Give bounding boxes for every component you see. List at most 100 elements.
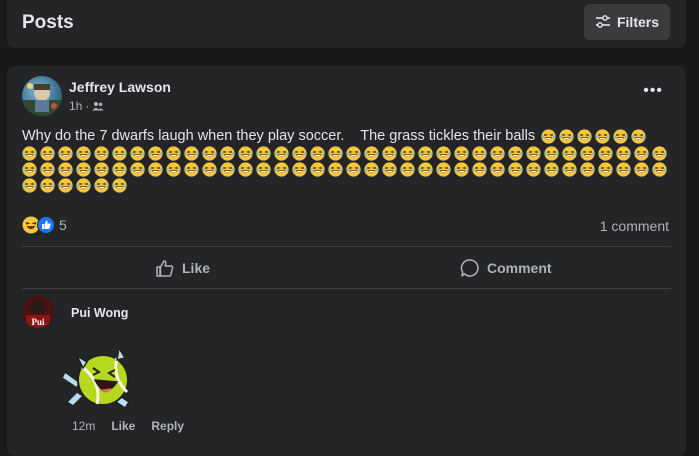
post-author[interactable]: Jeffrey Lawson (69, 79, 171, 95)
like-label: Like (182, 260, 211, 276)
friends-icon (92, 102, 104, 111)
comment-like-button[interactable]: Like (111, 419, 135, 433)
laughing-emoji-icon (202, 146, 217, 161)
laughing-emoji-icon (274, 146, 289, 161)
laughing-emoji-icon (58, 146, 73, 161)
comment-button[interactable]: Comment (460, 251, 552, 285)
comment-reply-button[interactable]: Reply (151, 419, 184, 433)
laughing-emoji-icon (472, 162, 487, 177)
comment-time[interactable]: 12m (72, 419, 95, 433)
laughing-emoji-icon (76, 162, 91, 177)
laughing-emoji-icon (58, 178, 73, 193)
laughing-emoji-icon (346, 146, 361, 161)
laughing-emoji-icon (418, 162, 433, 177)
laughing-emoji-icon (328, 146, 343, 161)
laughing-emoji-icon (112, 146, 127, 161)
laughing-emoji-icon (58, 162, 73, 177)
laughing-emoji-icon (328, 162, 343, 177)
laughing-emoji-icon (94, 162, 109, 177)
laughing-emoji-icon (598, 146, 613, 161)
laughing-emoji-icon (382, 162, 397, 177)
post-card: Jeffrey Lawson 1h · ••• Why do the 7 dwa… (7, 66, 686, 456)
laughing-emoji-icon (274, 162, 289, 177)
laughing-emoji-icon (166, 162, 181, 177)
laughing-emoji-icon (220, 162, 235, 177)
laughing-emoji-icon (22, 178, 37, 193)
posts-header: Posts Filters (7, 0, 686, 48)
emoji-block (22, 146, 667, 193)
laughing-emoji-icon (652, 162, 667, 177)
laughing-emoji-icon (238, 162, 253, 177)
tennis-ball-sticker-icon (57, 342, 139, 412)
laughing-emoji-icon (508, 162, 523, 177)
filter-sliders-icon (595, 15, 610, 28)
emoji-row (22, 178, 662, 193)
author-avatar[interactable] (22, 76, 62, 116)
laughing-emoji-icon (40, 178, 55, 193)
emoji-row (22, 162, 667, 177)
laughing-emoji-icon (652, 146, 667, 161)
laughing-emoji-icon (148, 146, 163, 161)
like-button[interactable]: Like (155, 251, 210, 285)
laughing-emoji-icon (94, 178, 109, 193)
laughing-emoji-icon (526, 162, 541, 177)
divider (22, 288, 671, 289)
laughing-emoji-icon (364, 146, 379, 161)
laughing-emoji-icon (148, 162, 163, 177)
laughing-emoji-icon (562, 162, 577, 177)
laughing-emoji-icon (112, 162, 127, 177)
post-text: Why do the 7 dwarfs laugh when they play… (22, 128, 536, 144)
like-reaction-icon (37, 216, 55, 234)
post-time[interactable]: 1h (69, 99, 82, 113)
post-meta: 1h · (69, 99, 104, 113)
laughing-emoji-icon (94, 146, 109, 161)
laughing-emoji-icon (613, 128, 628, 144)
laughing-emoji-icon (184, 162, 199, 177)
reactions-summary[interactable]: 5 (22, 216, 67, 234)
divider (22, 246, 671, 247)
laughing-emoji-icon (436, 146, 451, 161)
filters-button[interactable]: Filters (584, 4, 670, 40)
laughing-emoji-icon (76, 146, 91, 161)
more-options-button[interactable]: ••• (643, 83, 663, 99)
laughing-emoji-icon (490, 162, 505, 177)
laughing-emoji-icon (310, 146, 325, 161)
laughing-emoji-icon (559, 128, 574, 144)
laughing-emoji-icon (400, 146, 415, 161)
laughing-emoji-icon (310, 162, 325, 177)
laughing-emoji-icon (220, 146, 235, 161)
laughing-emoji-icon (490, 146, 505, 161)
commenter-avatar-illustration: Pui (22, 296, 54, 328)
laughing-emoji-icon (76, 178, 91, 193)
laughing-emoji-icon (541, 128, 556, 144)
commenter-avatar[interactable]: Pui (22, 296, 54, 328)
laughing-emoji-icon (256, 146, 271, 161)
emoji-group (541, 128, 646, 144)
laughing-emoji-icon (616, 162, 631, 177)
laughing-emoji-icon (631, 128, 646, 144)
comment-actions: 12m Like Reply (72, 419, 184, 433)
comment-author[interactable]: Pui Wong (71, 306, 128, 320)
laughing-emoji-icon (544, 162, 559, 177)
laughing-emoji-icon (616, 146, 631, 161)
laughing-emoji-icon (346, 162, 361, 177)
laughing-emoji-icon (400, 162, 415, 177)
laughing-emoji-icon (22, 162, 37, 177)
laughing-emoji-icon (166, 146, 181, 161)
post-body: Why do the 7 dwarfs laugh when they play… (22, 126, 667, 194)
laughing-emoji-icon (454, 146, 469, 161)
reaction-count: 5 (59, 217, 67, 233)
laughing-emoji-icon (256, 162, 271, 177)
laughing-emoji-icon (130, 162, 145, 177)
laughing-emoji-icon (364, 162, 379, 177)
filters-label: Filters (616, 14, 659, 30)
laughing-emoji-icon (202, 162, 217, 177)
laughing-emoji-icon (238, 146, 253, 161)
laughing-emoji-icon (577, 128, 592, 144)
laughing-emoji-icon (526, 146, 541, 161)
laughing-emoji-icon (184, 146, 199, 161)
laughing-emoji-icon (40, 146, 55, 161)
comment-count-link[interactable]: 1 comment (600, 218, 669, 234)
laughing-emoji-icon (595, 128, 610, 144)
page-title: Posts (22, 12, 74, 33)
